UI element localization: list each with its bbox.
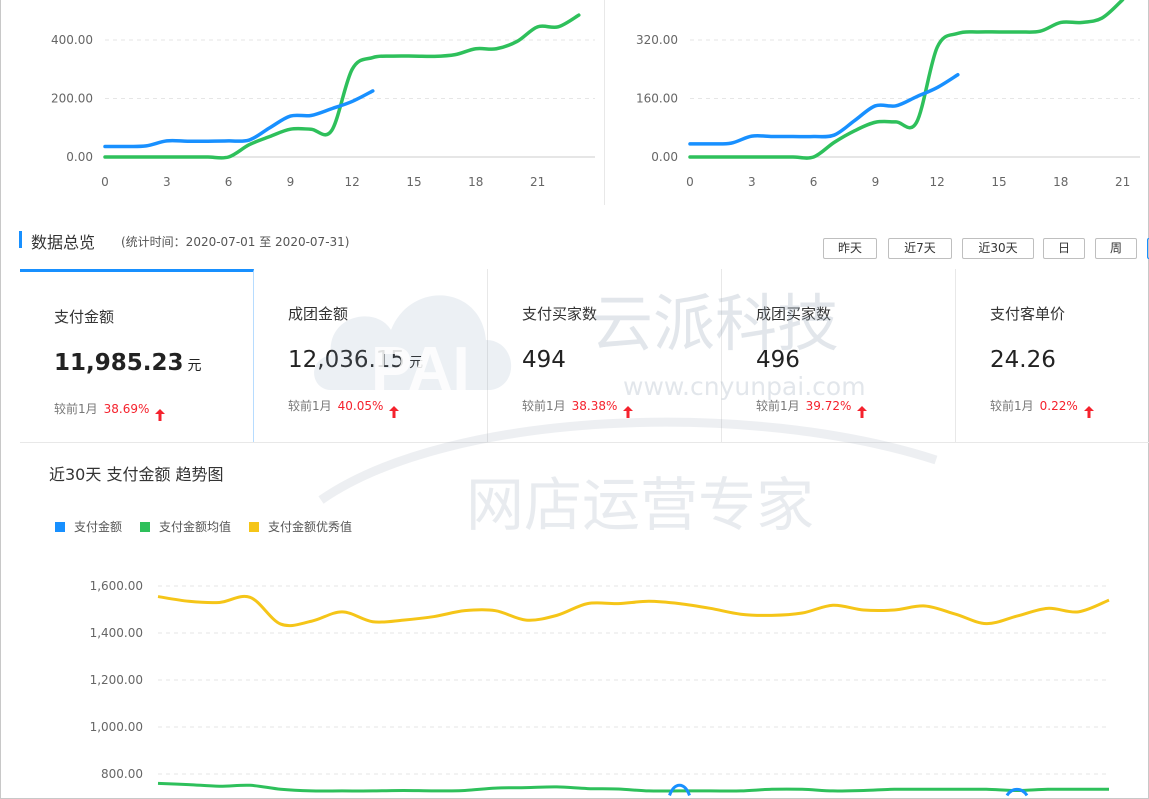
top-chart-right-svg: 0.00 160.00 320.00 0 3 6 9 12 15 18 21 (636, 0, 1140, 189)
y-tick-label: 1,200.00 (90, 673, 143, 687)
y-tick-label: 0.00 (651, 150, 678, 164)
series-point-bump (1005, 787, 1029, 797)
metric-card-group-amount[interactable]: 成团金额 12,036.15 元 较前1月 40.05% (254, 269, 488, 442)
x-tick-label: 3 (748, 175, 756, 189)
x-tick-label: 12 (930, 175, 945, 189)
range-day-button[interactable]: 日 (1043, 238, 1085, 259)
x-tick-label: 3 (163, 175, 171, 189)
top-chart-right: 0.00 160.00 320.00 0 3 6 9 12 15 18 21 (606, 0, 1149, 205)
series-line (103, 89, 375, 149)
series-line (157, 781, 1109, 793)
metric-card-unit-price[interactable]: 支付客单价 24.26 较前1月 0.22% (956, 269, 1149, 442)
range-30days-button[interactable]: 近30天 (962, 238, 1034, 259)
x-tick-label: 0 (686, 175, 694, 189)
metric-compare: 较前1月 0.22% (990, 397, 1094, 418)
legend-item-pay-amount-avg[interactable]: 支付金额均值 (140, 518, 231, 535)
metric-value: 11,985.23 元 (54, 350, 202, 376)
metric-card-group-buyers[interactable]: 成团买家数 496 较前1月 39.72% (722, 269, 956, 442)
metrics-row: 支付金额 11,985.23 元 较前1月 38.69% 成团金额 12,036.1… (20, 269, 1149, 443)
range-yesterday-button[interactable]: 昨天 (823, 238, 877, 259)
metric-compare: 较前1月 39.72% (756, 397, 868, 418)
metric-label: 支付金额 (54, 308, 115, 326)
x-tick-label: 15 (991, 175, 1006, 189)
y-tick-label: 0.00 (66, 150, 93, 164)
top-chart-left-svg: 0.00 200.00 400.00 0 3 6 9 12 15 18 21 (51, 13, 595, 189)
metric-value: 12,036.15 元 (288, 347, 424, 373)
overview-title: 数据总览 (31, 233, 96, 252)
legend-swatch (140, 521, 151, 532)
x-tick-label: 21 (530, 175, 545, 189)
series-line (103, 13, 581, 160)
x-tick-label: 12 (345, 175, 360, 189)
metric-label: 成团金额 (288, 305, 349, 323)
trend-chart-svg: 1,600.00 1,400.00 1,200.00 1,000.00 800.00 (90, 579, 1110, 797)
x-tick-label: 21 (1115, 175, 1130, 189)
x-tick-label: 0 (101, 175, 109, 189)
y-tick-label: 1,000.00 (90, 720, 143, 734)
series-line (157, 594, 1110, 628)
y-tick-label: 1,400.00 (90, 626, 143, 640)
y-tick-label: 320.00 (636, 33, 678, 47)
metric-label: 支付客单价 (990, 305, 1066, 323)
metric-value: 494 (522, 347, 566, 373)
x-tick-label: 6 (810, 175, 818, 189)
legend-swatch (55, 521, 65, 532)
y-tick-label: 1,600.00 (90, 579, 143, 593)
page-frame: 0.00 200.00 400.00 0 3 6 9 12 15 18 21 0.00 160.00 3… (0, 0, 1149, 799)
legend-item-pay-amount[interactable]: 支付金额 (55, 518, 122, 535)
overview-period: (统计时间：2020-07-01 至 2020-07-31) (121, 235, 350, 249)
x-tick-label: 9 (872, 175, 880, 189)
metric-card-pay-buyers[interactable]: 支付买家数 494 较前1月 38.38% (488, 269, 722, 442)
overview-accent-bar (19, 231, 22, 248)
legend-swatch (249, 521, 260, 532)
range-7days-button[interactable]: 近7天 (888, 238, 952, 259)
x-tick-label: 15 (406, 175, 421, 189)
trend-title: 近30天 支付金额 趋势图 (49, 465, 224, 484)
y-tick-label: 160.00 (636, 92, 678, 106)
legend-item-pay-amount-excellent[interactable]: 支付金额优秀值 (249, 518, 352, 535)
x-tick-label: 6 (225, 175, 233, 189)
metric-value: 496 (756, 347, 800, 373)
watermark-slogan: 网店运营专家 (466, 471, 814, 539)
y-tick-label: 400.00 (51, 33, 93, 47)
y-tick-label: 200.00 (51, 92, 93, 106)
metric-compare: 较前1月 38.69% (54, 400, 166, 421)
trend-legend: 支付金额 支付金额均值 支付金额优秀值 (55, 518, 352, 535)
top-chart-left: 0.00 200.00 400.00 0 3 6 9 12 15 18 21 (1, 0, 605, 205)
series-line (688, 72, 960, 146)
x-tick-label: 18 (1053, 175, 1068, 189)
range-week-button[interactable]: 周 (1095, 238, 1137, 259)
metric-value: 24.26 (990, 347, 1056, 373)
y-tick-label: 800.00 (101, 767, 143, 781)
metric-card-pay-amount[interactable]: 支付金额 11,985.23 元 较前1月 38.69% (20, 269, 254, 442)
metric-compare: 较前1月 38.38% (522, 397, 634, 418)
x-tick-label: 9 (287, 175, 295, 189)
metric-label: 成团买家数 (756, 305, 832, 323)
metric-label: 支付买家数 (522, 305, 598, 323)
metric-compare: 较前1月 40.05% (288, 397, 400, 418)
x-tick-label: 18 (468, 175, 483, 189)
